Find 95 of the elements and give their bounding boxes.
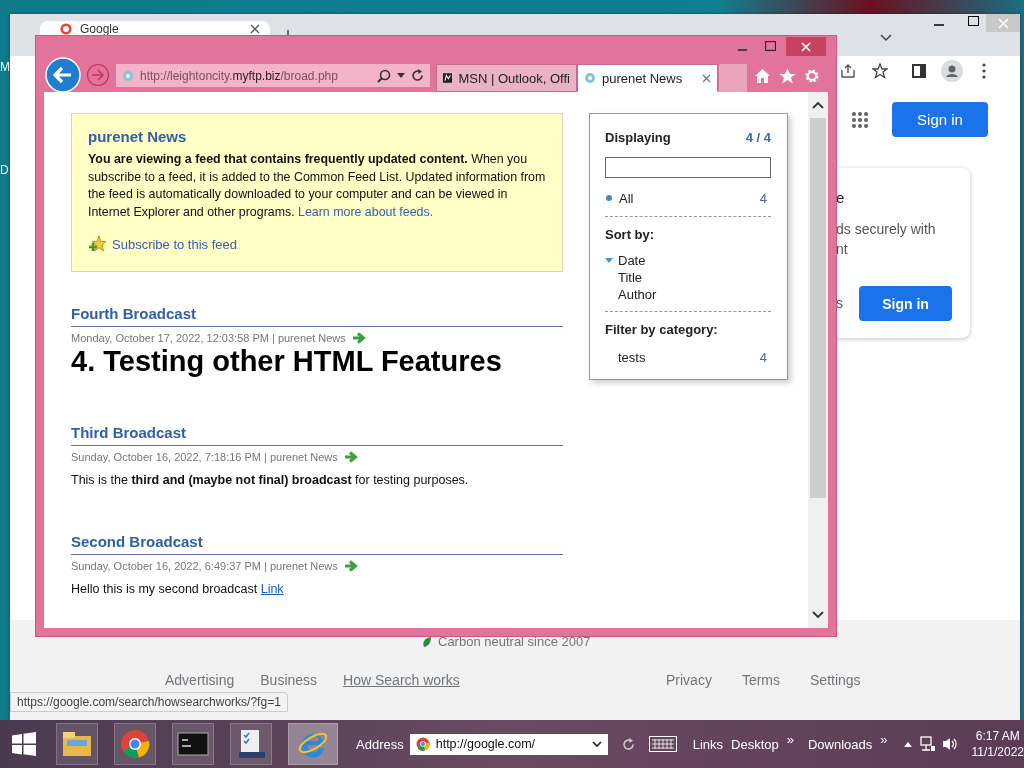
arrow-right-icon[interactable]: [343, 560, 358, 572]
feed-description: You are viewing a feed that contains frequently updated content. When you subscribe to a feed, it is added to the Common Feed List. Updated information from the feed is automatically downloaded to your computer and can be viewed in Internet Explorer and other programs. Learn more about feeds.: [88, 151, 546, 221]
caret-icon[interactable]: [397, 73, 405, 78]
arrow-right-icon[interactable]: [351, 332, 366, 344]
url-text[interactable]: http://leightoncity.myftp.biz/broad.php: [140, 68, 371, 83]
taskbar-button[interactable]: [230, 723, 272, 765]
item-count: 4 / 4: [745, 130, 771, 145]
settings-icon[interactable]: [804, 68, 820, 84]
browser-tab[interactable]: purenet News: [577, 64, 718, 92]
close-icon[interactable]: [702, 73, 711, 83]
sidebar-icon[interactable]: [912, 64, 926, 78]
search-icon[interactable]: [377, 68, 391, 83]
caret-up-icon[interactable]: [903, 741, 912, 747]
footer-link[interactable]: How Search works: [343, 672, 460, 688]
chevron-down-icon[interactable]: [591, 740, 602, 748]
address-bar[interactable]: http://leightoncity.myftp.biz/broad.php: [116, 64, 430, 87]
back-button-icon[interactable]: [45, 57, 81, 93]
scrollbar[interactable]: [808, 92, 828, 628]
address-label: Address: [356, 736, 404, 752]
volume-icon[interactable]: [941, 736, 958, 752]
star-plus-icon: [88, 235, 106, 253]
apps-grid-icon[interactable]: [852, 112, 868, 128]
arrow-right-icon[interactable]: [343, 451, 358, 463]
entry-title[interactable]: Second Broadcast: [71, 533, 563, 555]
footer-link[interactable]: Business: [260, 672, 318, 688]
clock-date[interactable]: 11/1/2022: [971, 744, 1024, 760]
windows-logo-icon[interactable]: [12, 732, 36, 756]
browser-logo-icon: [119, 728, 151, 760]
entry-meta: Sunday, October 16, 2022, 7:18:16 PM | purenet News: [71, 451, 338, 463]
learn-more-link[interactable]: Learn more about feeds.: [298, 204, 434, 219]
desktop-icon-label[interactable]: D: [0, 163, 9, 177]
entry-text: This is the third and (maybe not final) broadcast for testing purposes.: [71, 473, 470, 487]
close-button[interactable]: [786, 37, 826, 56]
leaf-icon: [422, 635, 432, 648]
subscribe-link[interactable]: Subscribe to this feed: [112, 236, 238, 252]
entry-title[interactable]: Fourth Broadcast: [71, 305, 563, 327]
home-icon[interactable]: [754, 68, 771, 84]
card-text: e: [836, 189, 845, 206]
scrollbar-thumb[interactable]: [810, 118, 826, 498]
chevron-down-icon[interactable]: [880, 34, 892, 42]
footer-link[interactable]: Privacy: [666, 672, 712, 688]
entry-link[interactable]: Link: [260, 582, 284, 596]
card-text: s: [836, 295, 843, 311]
refresh-icon[interactable]: [411, 69, 424, 82]
sort-option[interactable]: Author: [605, 286, 771, 303]
profile-icon[interactable]: [941, 60, 963, 82]
panel-heading: Filter by category:: [605, 322, 719, 337]
scroll-down-icon[interactable]: [812, 611, 824, 619]
toolbar-link[interactable]: Links: [692, 736, 724, 752]
address-field[interactable]: http://google.com/: [409, 733, 608, 755]
browser-logo-icon: [415, 737, 430, 751]
share-icon[interactable]: [840, 63, 856, 79]
footer-link[interactable]: Advertising: [165, 672, 235, 688]
feed-title: purenet News: [88, 128, 188, 145]
search-field[interactable]: [605, 157, 771, 178]
entry-meta: Monday, October 17, 2022, 12:03:58 PM | purenet News: [71, 332, 346, 344]
star-icon[interactable]: [872, 63, 888, 79]
scroll-up-icon[interactable]: [812, 101, 824, 109]
sort-option[interactable]: Date: [605, 252, 771, 269]
desktop-icon-label[interactable]: M: [0, 60, 10, 74]
maximize-icon[interactable]: [968, 16, 979, 26]
panel-heading: Sort by:: [605, 227, 656, 242]
keyboard-icon[interactable]: [648, 736, 677, 752]
network-icon[interactable]: [919, 736, 936, 752]
entry-heading: 4. Testing other HTML Features: [71, 344, 503, 378]
sign-in-button[interactable]: Sign in: [892, 102, 988, 137]
toolbar-link[interactable]: Downloads: [808, 736, 873, 752]
filter-option[interactable]: All 4: [605, 188, 771, 208]
menu-icon[interactable]: [982, 63, 986, 79]
chevron-button[interactable]: »: [880, 731, 888, 747]
taskbar-button[interactable]: [114, 723, 156, 765]
entry-meta: Sunday, October 16, 2022, 6:49:37 PM | purenet News: [71, 560, 338, 572]
taskbar-button[interactable]: [172, 723, 214, 765]
card-text: nt: [836, 241, 848, 257]
star-icon[interactable]: [779, 68, 796, 84]
card-text: ds securely with: [836, 221, 936, 237]
entry-title[interactable]: Third Broadcast: [71, 424, 563, 446]
status-url-tooltip: https://google.com/search/howsearchworks/?fg=1: [10, 692, 288, 712]
chevron-button[interactable]: »: [786, 731, 794, 747]
close-icon[interactable]: [250, 23, 260, 34]
sort-option[interactable]: Title: [605, 269, 771, 286]
entry-text: Hello this is my second broadcast Link: [71, 582, 285, 596]
footer-link[interactable]: Settings: [810, 672, 861, 688]
panel-heading: Displaying: [605, 130, 672, 145]
toolbar-link[interactable]: Desktop: [731, 736, 779, 752]
msn-logo-icon: [443, 71, 453, 85]
clock-time[interactable]: 6:17 AM: [975, 728, 1020, 744]
browser-tab[interactable]: MSN | Outlook, Offi: [436, 64, 577, 92]
sign-in-button[interactable]: Sign in: [859, 286, 952, 321]
category-option[interactable]: tests 4: [605, 347, 771, 367]
globe-icon: [122, 69, 134, 82]
carbon-text: Carbon neutral since 2007: [438, 634, 591, 649]
taskbar-button[interactable]: [56, 723, 98, 765]
footer-link[interactable]: Terms: [741, 672, 781, 688]
globe-icon: [584, 72, 596, 84]
